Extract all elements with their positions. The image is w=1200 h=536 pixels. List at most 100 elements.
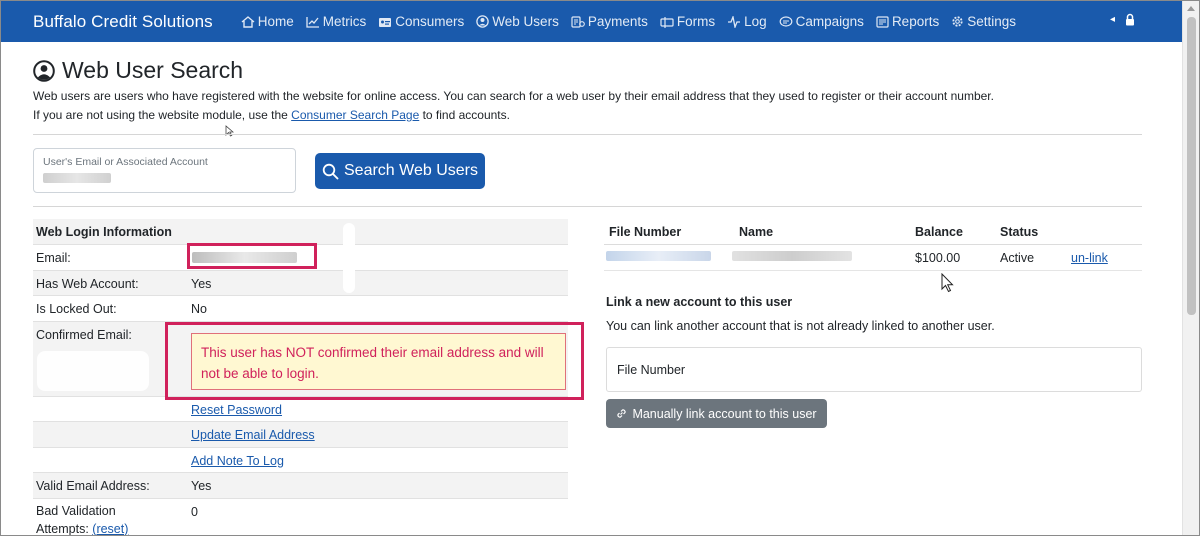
locked-out-label: Is Locked Out: bbox=[36, 302, 117, 316]
search-input[interactable]: User's Email or Associated Account bbox=[33, 148, 296, 193]
divider bbox=[33, 206, 1142, 207]
vertical-scrollbar[interactable] bbox=[1182, 1, 1199, 535]
forms-icon bbox=[660, 16, 674, 28]
locked-out-row: Is Locked Out: No bbox=[33, 295, 568, 321]
nav-home-label: Home bbox=[257, 14, 294, 29]
table-header: Web Login Information bbox=[36, 225, 172, 239]
nav-right-controls: ◂ bbox=[1110, 13, 1135, 26]
nav-log-label: Log bbox=[744, 14, 767, 29]
search-web-users-button[interactable]: Search Web Users bbox=[315, 153, 485, 189]
link-account-title: Link a new account to this user bbox=[606, 295, 793, 309]
page-title-text: Web User Search bbox=[62, 57, 244, 83]
linked-accounts-table: File Number Name Balance Status $100.00 … bbox=[604, 219, 1142, 271]
nav-log[interactable]: Log bbox=[727, 14, 767, 29]
page-description-2: If you are not using the website module,… bbox=[33, 108, 510, 122]
has-web-account-value: Yes bbox=[191, 276, 212, 291]
file-number-redacted bbox=[606, 251, 711, 261]
scroll-thumb[interactable] bbox=[1187, 17, 1196, 315]
name-redacted bbox=[732, 251, 852, 261]
file-number-input[interactable]: File Number bbox=[606, 347, 1142, 392]
redaction-mark bbox=[343, 223, 355, 293]
link-account-description: You can link another account that is not… bbox=[606, 319, 995, 333]
bad-validation-row: Bad Validation Attempts: (reset) 0 bbox=[33, 497, 568, 536]
column-header-balance: Balance bbox=[915, 225, 963, 239]
reset-attempts-link[interactable]: (reset) bbox=[92, 522, 128, 536]
nav-home[interactable]: Home bbox=[241, 14, 294, 29]
nav-payments[interactable]: Payments bbox=[571, 14, 648, 29]
search-button-label: Search Web Users bbox=[344, 162, 478, 179]
add-note-link[interactable]: Add Note To Log bbox=[191, 454, 284, 468]
column-header-file-number: File Number bbox=[609, 225, 682, 239]
nav-reports[interactable]: Reports bbox=[876, 14, 939, 29]
reset-password-link[interactable]: Reset Password bbox=[191, 403, 282, 417]
page-description: Web users are users who have registered … bbox=[33, 89, 994, 103]
home-icon bbox=[241, 15, 255, 28]
unlink-link[interactable]: un-link bbox=[1071, 251, 1108, 265]
status-cell: Active bbox=[1000, 251, 1035, 265]
bad-validation-label: Bad Validation Attempts: (reset) bbox=[36, 502, 146, 536]
desc2-text-pre: If you are not using the website module,… bbox=[33, 108, 292, 122]
payments-icon bbox=[571, 15, 585, 28]
email-highlight-box bbox=[187, 243, 317, 269]
balance-cell: $100.00 bbox=[915, 251, 961, 265]
desc2-text-post: to find accounts. bbox=[419, 108, 510, 122]
divider bbox=[33, 134, 1142, 135]
valid-email-label: Valid Email Address: bbox=[36, 479, 150, 493]
file-number-placeholder: File Number bbox=[617, 363, 686, 377]
nav-forms-label: Forms bbox=[676, 14, 716, 29]
add-note-row: Add Note To Log bbox=[33, 446, 568, 473]
column-header-status: Status bbox=[1000, 225, 1039, 239]
nav-web-users-label: Web Users bbox=[492, 14, 559, 29]
user-circle-icon bbox=[476, 15, 490, 28]
nav-settings-label: Settings bbox=[967, 14, 1016, 29]
nav-payments-label: Payments bbox=[587, 14, 648, 29]
locked-out-value: No bbox=[191, 302, 207, 316]
nav-campaigns[interactable]: Campaigns bbox=[779, 14, 864, 29]
scroll-up-arrow-icon[interactable] bbox=[1187, 6, 1195, 11]
chat-icon bbox=[779, 15, 793, 27]
search-input-value-redacted bbox=[43, 173, 111, 183]
nav-settings[interactable]: Settings bbox=[951, 14, 1016, 29]
nav-campaigns-label: Campaigns bbox=[795, 14, 864, 29]
gear-icon bbox=[952, 16, 963, 27]
valid-email-value: Yes bbox=[191, 479, 212, 493]
nav-metrics-label: Metrics bbox=[322, 14, 367, 29]
update-email-row: Update Email Address bbox=[33, 421, 568, 447]
nav-web-users[interactable]: Web Users bbox=[476, 14, 559, 29]
table-header-row: File Number Name Balance Status bbox=[604, 219, 1142, 245]
mouse-cursor-icon bbox=[941, 273, 954, 293]
nav-consumers-label: Consumers bbox=[395, 14, 465, 29]
unconfirmed-email-alert: This user has NOT confirmed their email … bbox=[191, 333, 566, 390]
redaction-mark bbox=[37, 351, 149, 391]
lock-icon[interactable] bbox=[1125, 13, 1135, 26]
search-icon bbox=[322, 163, 339, 179]
valid-email-row: Valid Email Address: Yes bbox=[33, 472, 568, 498]
confirmed-email-label: Confirmed Email: bbox=[36, 327, 132, 342]
mouse-cursor-icon bbox=[225, 125, 234, 137]
table-row: $100.00 Active un-link bbox=[604, 245, 1142, 271]
consumer-search-link[interactable]: Consumer Search Page bbox=[291, 108, 419, 122]
page-title: Web User Search bbox=[33, 57, 243, 84]
manual-link-button[interactable]: Manually link account to this user bbox=[606, 399, 827, 428]
activity-icon bbox=[728, 15, 741, 28]
brand-name[interactable]: Buffalo Credit Solutions bbox=[33, 12, 213, 32]
update-email-link[interactable]: Update Email Address bbox=[191, 428, 315, 442]
nav-metrics[interactable]: Metrics bbox=[306, 14, 367, 29]
nav-forms[interactable]: Forms bbox=[660, 14, 715, 29]
bad-validation-value: 0 bbox=[191, 504, 198, 519]
nav-reports-label: Reports bbox=[891, 14, 940, 29]
chart-line-icon bbox=[306, 16, 319, 28]
column-header-name: Name bbox=[739, 225, 774, 239]
manual-link-button-label: Manually link account to this user bbox=[632, 406, 817, 421]
nav-consumers[interactable]: Consumers bbox=[378, 14, 464, 29]
collapse-caret-icon[interactable]: ◂ bbox=[1110, 14, 1115, 25]
link-icon bbox=[617, 409, 627, 418]
table-header-row: Web Login Information bbox=[33, 219, 568, 244]
has-web-account-label: Has Web Account: bbox=[36, 276, 139, 291]
id-card-icon bbox=[379, 17, 392, 27]
email-label: Email: bbox=[36, 251, 71, 265]
report-icon bbox=[876, 15, 889, 28]
has-web-account-row: Has Web Account: Yes bbox=[33, 269, 568, 295]
app-window: Buffalo Credit Solutions Home Metrics Co… bbox=[0, 0, 1200, 536]
top-navbar: Buffalo Credit Solutions Home Metrics Co… bbox=[1, 1, 1183, 42]
